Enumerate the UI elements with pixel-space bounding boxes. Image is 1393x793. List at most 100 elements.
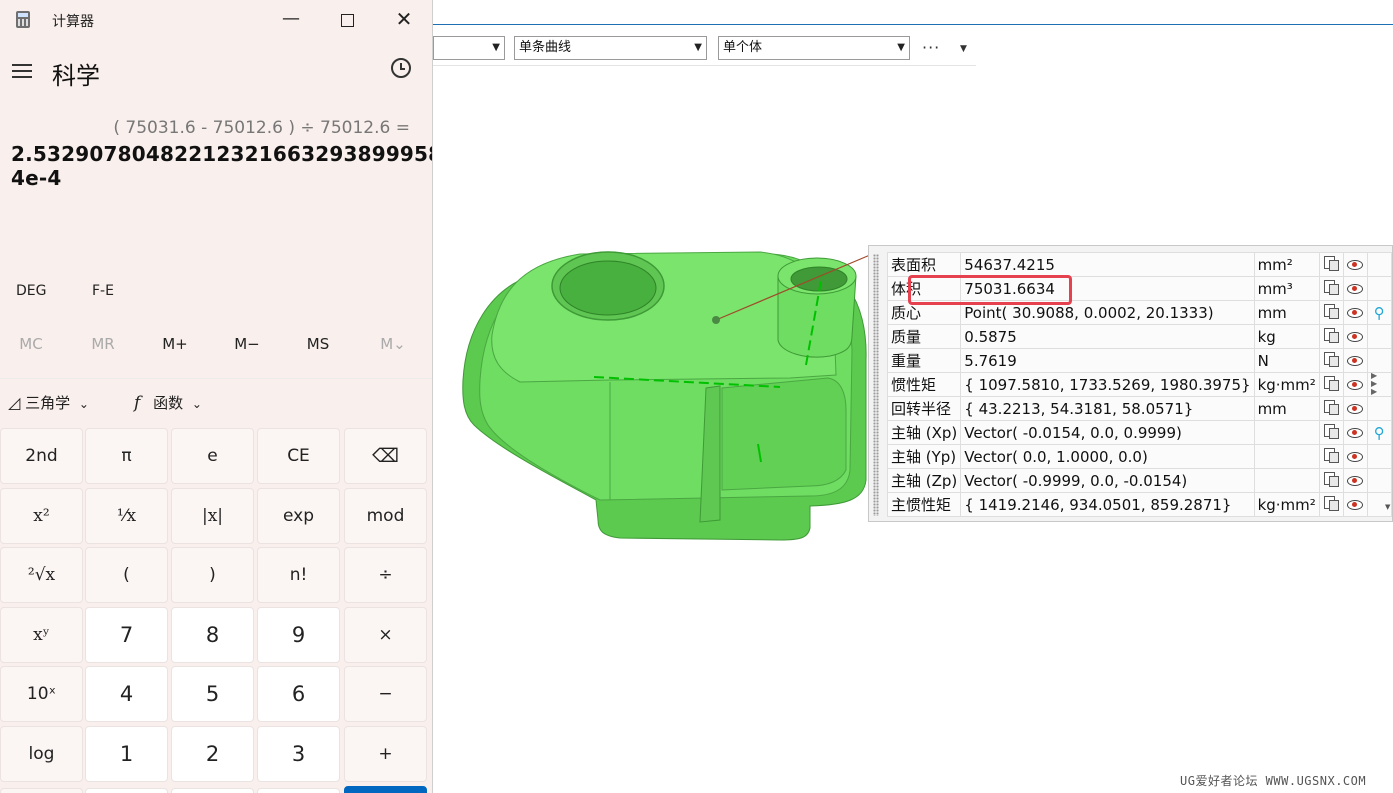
eye-icon[interactable] bbox=[1347, 306, 1364, 318]
digit-9-button[interactable]: 9 bbox=[257, 606, 340, 663]
scroll-down-icon[interactable]: ▼ bbox=[1385, 503, 1390, 511]
minimize-button[interactable]: — bbox=[279, 8, 303, 32]
backspace-button[interactable]: ⌫ bbox=[344, 428, 427, 484]
property-row[interactable]: 主轴 (Zp) Vector( -0.9999, 0.0, -0.0154) bbox=[886, 468, 1392, 493]
eye-icon[interactable] bbox=[1347, 378, 1364, 390]
property-value: { 1419.2146, 934.0501, 859.2871} bbox=[960, 492, 1255, 517]
copy-icon[interactable] bbox=[1324, 303, 1340, 319]
history-icon[interactable] bbox=[391, 58, 411, 78]
digit-5-button[interactable]: 5 bbox=[171, 666, 254, 722]
associate-icon[interactable]: ⚲ bbox=[1374, 424, 1385, 442]
equals-button[interactable] bbox=[344, 786, 427, 793]
property-value: Vector( -0.0154, 0.0, 0.9999) bbox=[960, 420, 1255, 445]
mod-button[interactable]: mod bbox=[344, 487, 427, 544]
key-label: 8 bbox=[205, 622, 220, 647]
property-row[interactable]: 回转半径{ 43.2213, 54.3181, 58.0571} mm bbox=[886, 396, 1392, 421]
maximize-button[interactable] bbox=[335, 8, 359, 32]
filter-dropdown[interactable]: ▼ bbox=[433, 36, 505, 60]
close-button[interactable]: ✕ bbox=[392, 8, 416, 32]
angle-mode-button[interactable]: DEG bbox=[16, 283, 46, 299]
body-rule-dropdown[interactable]: 单个体 ▼ bbox=[718, 36, 910, 60]
copy-icon[interactable] bbox=[1324, 351, 1340, 367]
toolbar-overflow-icon[interactable]: ▼ bbox=[960, 44, 967, 54]
digit-4-button[interactable]: 4 bbox=[85, 666, 168, 722]
curve-rule-dropdown[interactable]: 单条曲线 ▼ bbox=[514, 36, 707, 60]
copy-icon[interactable] bbox=[1324, 255, 1340, 271]
property-row[interactable]: 主轴 (Xp) Vector( -0.0154, 0.0, 0.9999) ⚲ bbox=[886, 420, 1392, 445]
function-dropdown[interactable]: f 函数 ⌄ bbox=[134, 392, 202, 413]
square-root-button[interactable]: ²√x bbox=[0, 547, 83, 603]
digit-3-button[interactable]: 3 bbox=[257, 725, 340, 782]
copy-icon[interactable] bbox=[1324, 471, 1340, 487]
copy-icon[interactable] bbox=[1324, 447, 1340, 463]
associate-icon[interactable]: ⚲ bbox=[1374, 304, 1385, 322]
3d-part-model[interactable] bbox=[455, 240, 875, 545]
property-row[interactable]: 表面积 54637.4215 mm² bbox=[886, 252, 1392, 277]
copy-icon[interactable] bbox=[1324, 495, 1340, 511]
digit-7-button[interactable]: 7 bbox=[85, 606, 168, 663]
trigonometry-dropdown[interactable]: ◿ 三角学 ⌄ bbox=[8, 392, 89, 413]
eye-icon[interactable] bbox=[1347, 258, 1364, 270]
key-label: + bbox=[378, 743, 393, 764]
second-function-button[interactable]: 2nd bbox=[0, 428, 83, 484]
digit-1-button[interactable]: 1 bbox=[85, 725, 168, 782]
memory-add-button[interactable]: M+ bbox=[145, 335, 205, 353]
factorial-button[interactable]: n! bbox=[257, 547, 340, 603]
memory-store-button[interactable]: MS bbox=[288, 335, 348, 353]
close-paren-button[interactable]: ) bbox=[171, 547, 254, 603]
keypad-partial-key[interactable] bbox=[85, 788, 168, 793]
property-row[interactable]: 重量 5.7619 N bbox=[886, 348, 1392, 373]
log-button[interactable]: log bbox=[0, 725, 83, 782]
add-button[interactable]: + bbox=[344, 725, 427, 782]
hamburger-menu-icon[interactable] bbox=[12, 64, 32, 78]
open-paren-button[interactable]: ( bbox=[85, 547, 168, 603]
memory-clear-button[interactable]: MC bbox=[1, 335, 61, 353]
keypad-partial-key[interactable] bbox=[171, 788, 254, 793]
power-button[interactable]: xʸ bbox=[0, 606, 83, 663]
eye-icon[interactable] bbox=[1347, 330, 1364, 342]
more-options-button[interactable]: ··· bbox=[922, 38, 940, 57]
property-row[interactable]: 主惯性矩{ 1419.2146, 934.0501, 859.2871} kg·m… bbox=[886, 492, 1392, 517]
copy-icon[interactable] bbox=[1324, 423, 1340, 439]
digit-2-button[interactable]: 2 bbox=[171, 725, 254, 782]
euler-button[interactable]: e bbox=[171, 428, 254, 484]
property-row[interactable]: 主轴 (Yp) Vector( 0.0, 1.0000, 0.0) bbox=[886, 444, 1392, 469]
show-cell bbox=[1342, 252, 1368, 277]
subtract-button[interactable]: − bbox=[344, 666, 427, 722]
divide-button[interactable]: ÷ bbox=[344, 547, 427, 603]
eye-icon[interactable] bbox=[1347, 450, 1364, 462]
eye-icon[interactable] bbox=[1347, 426, 1364, 438]
pi-button[interactable]: π bbox=[85, 428, 168, 484]
memory-list-button[interactable]: M⌄ bbox=[363, 335, 423, 353]
clear-entry-button[interactable]: CE bbox=[257, 428, 340, 484]
calculator-window[interactable]: 计算器 — ✕ 科学 ( 75031.6 - 75012.6 ) ÷ 75012… bbox=[0, 0, 433, 793]
panel-drag-handle[interactable] bbox=[873, 254, 879, 516]
fe-button[interactable]: F-E bbox=[92, 283, 114, 299]
keypad-partial-key[interactable] bbox=[0, 788, 83, 793]
eye-icon[interactable] bbox=[1347, 474, 1364, 486]
copy-icon[interactable] bbox=[1324, 375, 1340, 391]
absolute-button[interactable]: |x| bbox=[171, 487, 254, 544]
eye-icon[interactable] bbox=[1347, 402, 1364, 414]
copy-icon[interactable] bbox=[1324, 327, 1340, 343]
eye-icon[interactable] bbox=[1347, 354, 1364, 366]
copy-icon[interactable] bbox=[1324, 399, 1340, 415]
memory-recall-button[interactable]: MR bbox=[73, 335, 133, 353]
eye-icon[interactable] bbox=[1347, 498, 1364, 510]
exp-button[interactable]: exp bbox=[257, 487, 340, 544]
reciprocal-button[interactable]: ¹⁄x bbox=[85, 487, 168, 544]
property-row[interactable]: 惯性矩{ 1097.5810, 1733.5269, 1980.3975} kg·… bbox=[886, 372, 1392, 397]
multiply-button[interactable]: × bbox=[344, 606, 427, 663]
show-cell bbox=[1342, 276, 1368, 301]
digit-8-button[interactable]: 8 bbox=[171, 606, 254, 663]
keypad-partial-key[interactable] bbox=[257, 788, 340, 793]
eye-icon[interactable] bbox=[1347, 282, 1364, 294]
copy-icon[interactable] bbox=[1324, 279, 1340, 295]
ten-power-button[interactable]: 10ˣ bbox=[0, 666, 83, 722]
panel-expand-icon[interactable]: ▶ ▶ ▶ bbox=[1371, 372, 1377, 396]
calculator-titlebar[interactable]: 计算器 — ✕ bbox=[0, 0, 432, 40]
digit-6-button[interactable]: 6 bbox=[257, 666, 340, 722]
square-button[interactable]: x² bbox=[0, 487, 83, 544]
property-row[interactable]: 质量 0.5875 kg bbox=[886, 324, 1392, 349]
memory-subtract-button[interactable]: M− bbox=[217, 335, 277, 353]
